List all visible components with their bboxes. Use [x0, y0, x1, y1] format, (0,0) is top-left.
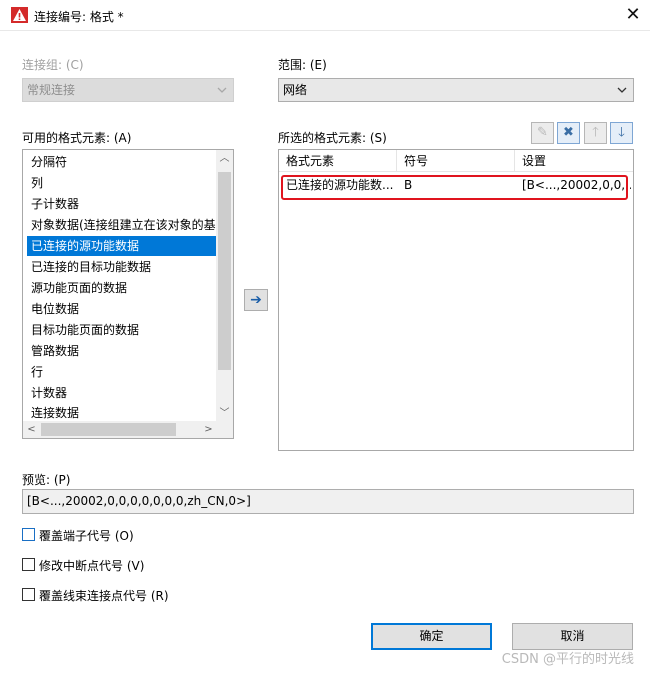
available-elements-list[interactable]: 分隔符 列 子计数器 对象数据(连接组建立在该对象的基 已连接的源功能数据 已连…	[22, 149, 234, 439]
delete-element-button[interactable]: ✖	[557, 122, 580, 144]
modify-breakpoint-checkbox[interactable]	[22, 558, 35, 571]
column-header-symbol[interactable]: 符号	[397, 150, 515, 172]
chevron-down-icon	[217, 87, 227, 93]
list-item[interactable]: 列	[27, 173, 217, 193]
list-item[interactable]: 管路数据	[27, 341, 217, 361]
scroll-down-icon[interactable]: ﹀	[216, 405, 233, 422]
close-icon[interactable]: ✕	[622, 4, 644, 26]
app-warning-icon	[11, 7, 28, 23]
list-item[interactable]: 已连接的目标功能数据	[27, 257, 217, 277]
preview-label: 预览: (P)	[22, 473, 71, 487]
add-element-button[interactable]: ➔	[244, 289, 268, 311]
arrow-right-icon: ➔	[250, 292, 262, 308]
horizontal-scrollbar[interactable]: < >	[23, 421, 217, 438]
delete-x-icon: ✖	[563, 125, 574, 140]
arrow-up-icon: 🡑	[592, 125, 599, 140]
connection-group-select: 常规连接	[22, 78, 234, 102]
override-harness-checkbox[interactable]	[22, 588, 35, 601]
pencil-icon: ✎	[537, 125, 548, 140]
list-item[interactable]: 分隔符	[27, 152, 217, 172]
override-terminal-label: 覆盖端子代号 (O)	[39, 529, 134, 543]
preview-value: [B<...,20002,0,0,0,0,0,0,0,zh_CN,0>]	[27, 494, 251, 508]
scroll-corner	[216, 421, 233, 438]
highlight-annotation	[281, 175, 628, 200]
chevron-down-icon	[617, 87, 627, 93]
move-up-button[interactable]: 🡑	[584, 122, 607, 144]
column-header-element[interactable]: 格式元素	[279, 150, 397, 172]
column-header-setting[interactable]: 设置	[515, 150, 633, 172]
connection-group-label: 连接组: (C)	[22, 58, 84, 72]
override-harness-label: 覆盖线束连接点代号 (R)	[39, 589, 169, 603]
edit-element-button[interactable]: ✎	[531, 122, 554, 144]
window-title: 连接编号: 格式 *	[34, 10, 124, 24]
list-item[interactable]: 源功能页面的数据	[27, 278, 217, 298]
preview-field: [B<...,20002,0,0,0,0,0,0,0,zh_CN,0>]	[22, 489, 634, 514]
list-item[interactable]: 连接数据	[27, 404, 217, 420]
vertical-scrollbar[interactable]: ︿ ﹀	[216, 150, 233, 422]
list-item[interactable]: 行	[27, 362, 217, 382]
list-item[interactable]: 对象数据(连接组建立在该对象的基	[27, 215, 217, 235]
ok-button[interactable]: 确定	[371, 623, 492, 650]
arrow-down-icon: 🡓	[618, 125, 625, 140]
override-terminal-checkbox[interactable]	[22, 528, 35, 541]
scroll-up-icon[interactable]: ︿	[216, 150, 233, 167]
title-bar: 连接编号: 格式 * ✕	[0, 0, 650, 31]
watermark: CSDN @平行的时光线	[501, 652, 634, 667]
scope-select[interactable]: 网络	[278, 78, 634, 102]
scope-value: 网络	[283, 83, 308, 97]
list-item[interactable]: 计数器	[27, 383, 217, 403]
scroll-left-icon[interactable]: <	[23, 421, 40, 438]
available-elements-label: 可用的格式元素: (A)	[22, 131, 132, 145]
modify-breakpoint-label: 修改中断点代号 (V)	[39, 559, 145, 573]
selected-elements-table[interactable]: 格式元素 符号 设置 已连接的源功能数... B [B<...,20002,0,…	[278, 149, 634, 451]
list-item[interactable]: 目标功能页面的数据	[27, 320, 217, 340]
scope-label: 范围: (E)	[278, 58, 327, 72]
table-header: 格式元素 符号 设置	[279, 150, 633, 172]
vertical-scroll-thumb[interactable]	[218, 172, 231, 370]
connection-group-value: 常规连接	[27, 83, 76, 97]
list-item[interactable]: 电位数据	[27, 299, 217, 319]
scroll-right-icon[interactable]: >	[200, 421, 217, 438]
cancel-button[interactable]: 取消	[512, 623, 633, 650]
move-down-button[interactable]: 🡓	[610, 122, 633, 144]
selected-elements-label: 所选的格式元素: (S)	[278, 131, 387, 145]
list-item[interactable]: 子计数器	[27, 194, 217, 214]
list-item-selected[interactable]: 已连接的源功能数据	[27, 236, 217, 256]
horizontal-scroll-thumb[interactable]	[41, 423, 176, 436]
